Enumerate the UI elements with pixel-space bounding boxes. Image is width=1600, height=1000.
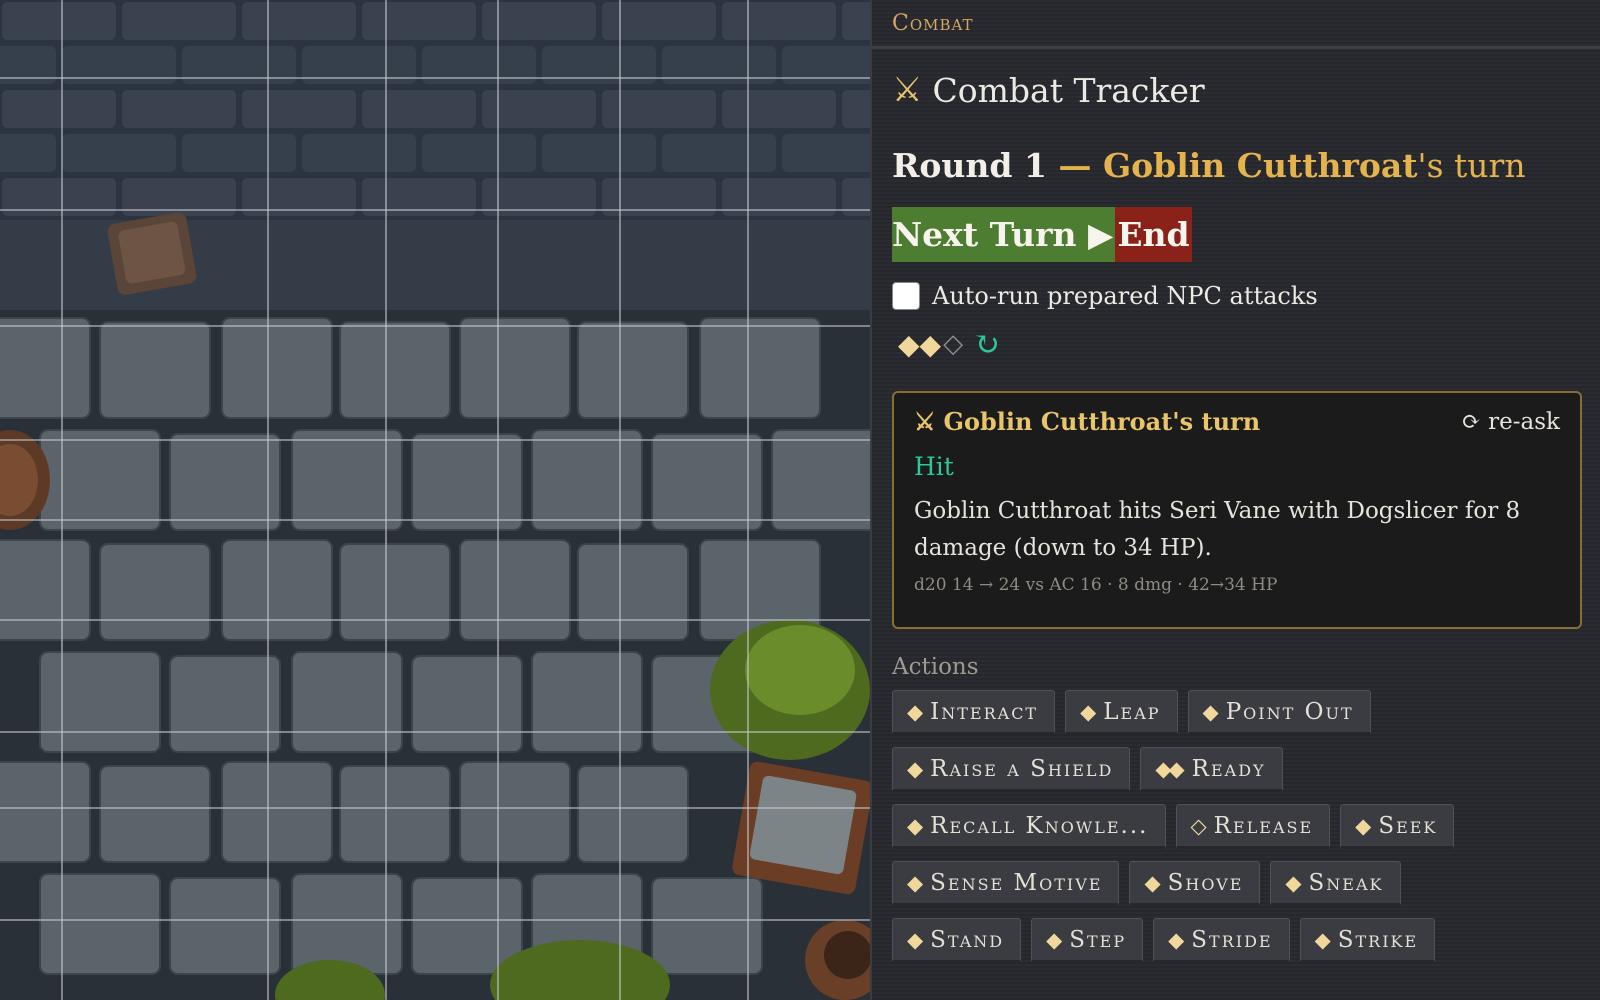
action-shove-button[interactable]: ◆ Shove	[1129, 861, 1261, 906]
auto-run-label: Auto-run prepared NPC attacks	[932, 282, 1318, 310]
action-cost-icon: ◇	[1190, 813, 1207, 838]
action-cost-icon: ◆	[907, 699, 923, 724]
auto-run-option[interactable]: Auto-run prepared NPC attacks	[892, 282, 1318, 310]
active-combatant-name: Goblin Cutthroat	[1102, 146, 1418, 185]
action-release-button[interactable]: ◇ Release	[1175, 804, 1331, 849]
action-cost-icon: ◆	[907, 870, 923, 895]
combat-tracker-title: ⚔ Combat Tracker	[892, 70, 1205, 110]
action-raise-shield-button[interactable]: ◆ Raise a Shield	[892, 747, 1131, 792]
action-sneak-button[interactable]: ◆ Sneak	[1270, 861, 1401, 906]
action-cost-icon: ◆	[1080, 699, 1096, 724]
action-ready-button[interactable]: ◆◆ Ready	[1140, 747, 1283, 792]
stone-crate	[732, 761, 870, 895]
action-label: Raise a Shield	[930, 755, 1114, 782]
action-cost-icon: ◆	[907, 756, 923, 781]
action-cost-icon: ◆	[1355, 813, 1371, 838]
action-sense-motive-button[interactable]: ◆ Sense Motive	[892, 861, 1120, 906]
action-pip-empty-icon: ◇	[943, 329, 964, 359]
action-cost-icon: ◆	[1314, 927, 1331, 952]
actions-grid: ◆ Interact ◆ Leap ◆ Point Out ◆ Raise a Shie…	[892, 690, 1592, 975]
action-cost-icon: ◆◆	[1155, 756, 1184, 781]
action-cost-icon: ◆	[907, 927, 923, 952]
result-title-text: Goblin Cutthroat's turn	[943, 407, 1261, 436]
action-label: Sense Motive	[930, 869, 1103, 896]
action-pip-filled-icon: ◆◆	[898, 327, 942, 361]
action-seek-button[interactable]: ◆ Seek	[1340, 804, 1455, 849]
action-cost-icon: ◆	[1144, 870, 1160, 895]
action-label: Stand	[930, 926, 1005, 953]
action-cost-icon: ◆	[1046, 927, 1062, 952]
panel-header: Combat	[872, 0, 1600, 49]
action-pips: ◆◆ ◇ ↻	[898, 325, 1000, 363]
auto-run-checkbox[interactable]	[892, 282, 920, 310]
action-cost-icon: ◆	[1202, 699, 1219, 724]
action-label: Leap	[1103, 698, 1161, 725]
action-label: Stride	[1191, 926, 1273, 953]
action-cost-icon: ◆	[1285, 870, 1301, 895]
crossed-swords-icon: ⚔	[892, 70, 923, 110]
crossed-swords-icon: ⚔	[914, 407, 936, 436]
result-outcome: Hit	[914, 452, 954, 481]
action-recall-knowledge-button[interactable]: ◆ Recall Knowle...	[892, 804, 1166, 849]
turn-suffix: 's turn	[1417, 146, 1526, 185]
reask-button[interactable]: ⟳ re-ask	[1462, 409, 1560, 435]
end-combat-button[interactable]: End	[1115, 207, 1192, 262]
battle-map[interactable]	[0, 0, 870, 1000]
action-cost-icon: ◆	[1168, 927, 1184, 952]
action-leap-button[interactable]: ◆ Leap	[1065, 690, 1178, 735]
action-stride-button[interactable]: ◆ Stride	[1153, 918, 1290, 963]
action-label: Strike	[1337, 926, 1419, 953]
action-label: Step	[1069, 926, 1127, 953]
map-canvas	[0, 0, 870, 1000]
tracker-title-text: Combat Tracker	[932, 70, 1205, 110]
actions-row: ◆ Sense Motive ◆ Shove ◆ Sneak	[892, 861, 1592, 906]
action-point-out-button[interactable]: ◆ Point Out	[1187, 690, 1371, 735]
round-indicator: Round 1 — Goblin Cutthroat's turn	[892, 146, 1526, 185]
action-stand-button[interactable]: ◆ Stand	[892, 918, 1022, 963]
action-label: Seek	[1378, 812, 1438, 839]
action-cost-icon: ◆	[907, 813, 923, 838]
actions-row: ◆ Recall Knowle... ◇ Release ◆ Seek	[892, 804, 1592, 849]
result-title: ⚔ Goblin Cutthroat's turn	[914, 407, 1260, 436]
round-dash: —	[1046, 146, 1103, 185]
action-strike-button[interactable]: ◆ Strike	[1299, 918, 1436, 963]
actions-row: ◆ Raise a Shield ◆◆ Ready	[892, 747, 1592, 792]
actions-heading: Actions	[892, 654, 979, 680]
action-label: Sneak	[1308, 869, 1384, 896]
action-interact-button[interactable]: ◆ Interact	[892, 690, 1056, 735]
action-label: Ready	[1191, 755, 1266, 782]
refresh-actions-icon[interactable]: ↻	[973, 325, 1000, 363]
panel-title: Combat	[892, 11, 974, 36]
roll-math: d20 14 → 24 vs AC 16 · 8 dmg · 42→34 HP	[914, 575, 1278, 595]
action-label: Point Out	[1225, 698, 1354, 725]
next-turn-button[interactable]: Next Turn ▶	[892, 207, 1116, 262]
action-step-button[interactable]: ◆ Step	[1031, 918, 1144, 963]
actions-row: ◆ Stand ◆ Step ◆ Stride ◆ Strike	[892, 918, 1592, 963]
action-label: Release	[1213, 812, 1314, 839]
actions-row: ◆ Interact ◆ Leap ◆ Point Out	[892, 690, 1592, 735]
result-description: Goblin Cutthroat hits Seri Vane with Dog…	[914, 498, 1521, 561]
action-label: Recall Knowle...	[930, 812, 1149, 839]
combat-panel: Combat ⚔ Combat Tracker Round 1 — Goblin…	[870, 0, 1600, 1000]
turn-result-card: ⚔ Goblin Cutthroat's turn ⟳ re-ask Hit Go…	[892, 391, 1582, 629]
turn-controls: Next Turn ▶ End	[892, 207, 1192, 262]
action-label: Interact	[930, 698, 1039, 725]
small-crate	[107, 212, 197, 295]
round-number: Round 1	[892, 146, 1047, 185]
action-label: Shove	[1167, 869, 1244, 896]
